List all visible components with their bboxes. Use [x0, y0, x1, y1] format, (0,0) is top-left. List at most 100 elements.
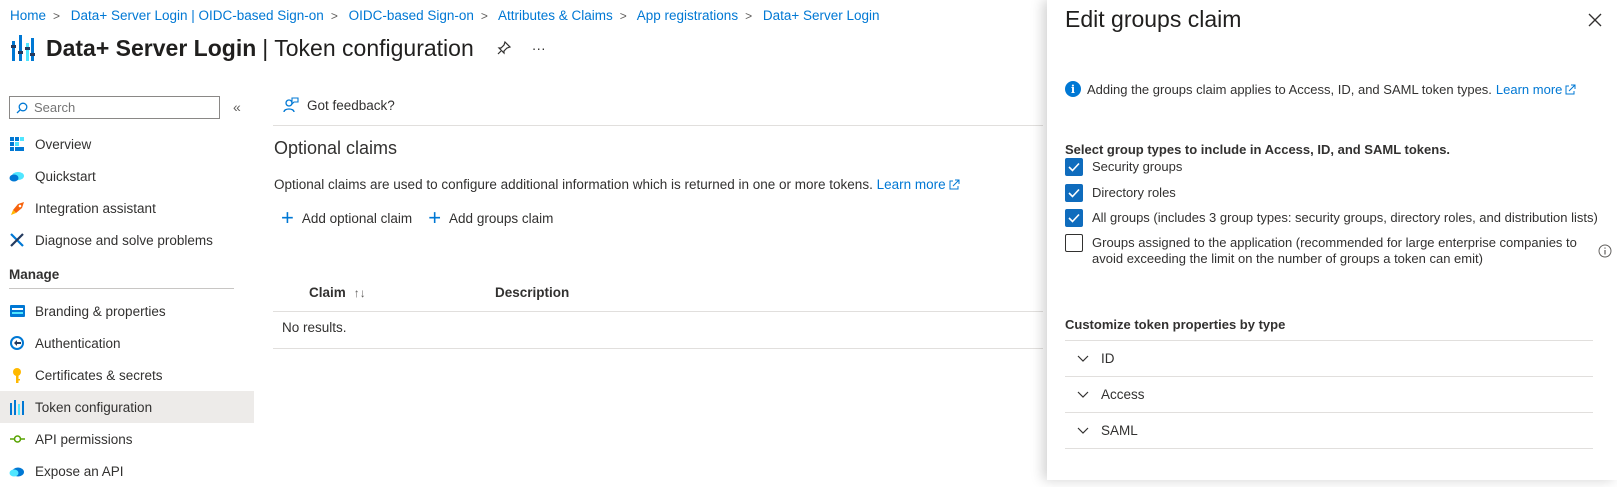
search-icon: [16, 102, 28, 113]
sidebar-item-label: Branding & properties: [35, 303, 166, 319]
collapse-sidebar-icon[interactable]: «: [233, 99, 241, 115]
plus-icon: +: [428, 205, 442, 230]
checkbox-label-line2: avoid exceeding the limit on the number …: [1092, 251, 1483, 266]
breadcrumb-attributes-claims[interactable]: Attributes & Claims: [498, 8, 613, 23]
quickstart-icon: [9, 168, 25, 184]
page-title-separator: |: [262, 34, 269, 61]
sidebar-item-label: Overview: [35, 136, 92, 152]
accordion-label: ID: [1101, 351, 1115, 366]
add-optional-claim-label: Add optional claim: [301, 210, 413, 226]
key-icon: [9, 367, 25, 383]
panel-learn-more-link[interactable]: Learn more: [1496, 82, 1576, 97]
table-divider: [273, 348, 1043, 349]
sidebar-item-diagnose[interactable]: Diagnose and solve problems: [0, 224, 254, 256]
branding-icon: [9, 303, 25, 319]
token-icon: [9, 399, 25, 415]
claims-table-header: Claim ↑↓ Description: [273, 274, 1043, 312]
more-options-icon[interactable]: ···: [532, 40, 546, 56]
accordion-access[interactable]: Access: [1065, 376, 1593, 412]
breadcrumb-home[interactable]: Home: [10, 8, 46, 23]
chevron-right-icon: >: [330, 9, 338, 23]
sidebar-item-expose-api[interactable]: Expose an API: [0, 455, 254, 487]
sidebar-group-manage: Manage: [9, 267, 60, 282]
page-title: Data+ Server Login | Token configuration: [46, 35, 474, 62]
help-info-icon[interactable]: [1598, 244, 1612, 258]
external-link-icon: [949, 179, 960, 190]
accordion-label: SAML: [1101, 423, 1138, 438]
chevron-down-icon: [1077, 391, 1089, 398]
sidebar-item-branding[interactable]: Branding & properties: [0, 295, 254, 327]
empty-state: No results.: [282, 320, 347, 335]
sidebar-item-label: Integration assistant: [35, 200, 156, 216]
chevron-right-icon: >: [480, 9, 488, 23]
security-groups-checkbox[interactable]: Security groups: [1065, 158, 1182, 176]
close-icon[interactable]: [1587, 12, 1603, 28]
column-header-claim[interactable]: Claim ↑↓: [309, 285, 366, 300]
sidebar-item-certificates[interactable]: Certificates & secrets: [0, 359, 254, 391]
accordion-label: Access: [1101, 387, 1145, 402]
directory-roles-checkbox[interactable]: Directory roles: [1065, 184, 1176, 202]
info-message: i Adding the groups claim applies to Acc…: [1065, 81, 1576, 97]
checkbox-unchecked-icon: [1065, 234, 1083, 252]
section-title: Optional claims: [274, 138, 398, 158]
sidebar-item-overview[interactable]: Overview: [0, 128, 254, 160]
breadcrumb-oidc-signon[interactable]: OIDC-based Sign-on: [349, 8, 474, 23]
add-groups-claim-button[interactable]: + Add groups claim: [428, 205, 554, 230]
customize-token-label: Customize token properties by type: [1065, 317, 1286, 332]
learn-more-label: Learn more: [876, 177, 946, 192]
edit-groups-claim-panel: Edit groups claim i Adding the groups cl…: [1047, 0, 1617, 480]
panel-title: Edit groups claim: [1065, 6, 1242, 32]
page-header: Data+ Server Login | Token configuration ·…: [10, 33, 546, 63]
breadcrumb-app-registrations[interactable]: App registrations: [637, 8, 738, 23]
accordion-saml[interactable]: SAML: [1065, 412, 1593, 448]
add-groups-claim-label: Add groups claim: [449, 210, 554, 226]
breadcrumb: Home > Data+ Server Login | OIDC-based Si…: [10, 8, 880, 23]
all-groups-checkbox[interactable]: All groups (includes 3 group types: secu…: [1065, 209, 1598, 227]
checkbox-label: All groups (includes 3 group types: secu…: [1092, 210, 1598, 225]
page-title-app: Data+ Server Login: [46, 34, 257, 61]
checkbox-label: Groups assigned to the application (reco…: [1092, 235, 1577, 267]
sidebar-item-integration-assistant[interactable]: Integration assistant: [0, 192, 254, 224]
column-header-description: Description: [495, 285, 570, 300]
sidebar-item-quickstart[interactable]: Quickstart: [0, 160, 254, 192]
feedback-button[interactable]: Got feedback?: [282, 97, 395, 114]
sidebar-divider: [9, 288, 234, 289]
accordion-id[interactable]: ID: [1065, 340, 1593, 376]
chevron-right-icon: >: [53, 9, 61, 23]
chevron-right-icon: >: [745, 9, 753, 23]
info-icon: i: [1065, 81, 1081, 97]
sidebar-item-authentication[interactable]: Authentication: [0, 327, 254, 359]
feedback-label: Got feedback?: [307, 98, 395, 113]
checkbox-label: Directory roles: [1092, 185, 1176, 200]
sidebar-item-label: Certificates & secrets: [35, 367, 163, 383]
chevron-down-icon: [1077, 427, 1089, 434]
sidebar-item-label: Expose an API: [35, 463, 124, 479]
sidebar-item-api-permissions[interactable]: API permissions: [0, 423, 254, 455]
pin-icon[interactable]: [496, 40, 512, 56]
external-link-icon: [1565, 84, 1576, 95]
sidebar-item-label: Diagnose and solve problems: [35, 232, 213, 248]
api-icon: [9, 431, 25, 447]
groups-assigned-checkbox[interactable]: Groups assigned to the application (reco…: [1065, 234, 1577, 267]
wrench-icon: [9, 232, 25, 248]
accordion-divider: [1065, 448, 1593, 449]
toolbar-divider: [273, 125, 1043, 126]
search-input[interactable]: [34, 100, 214, 115]
checkbox-label-line1: Groups assigned to the application (reco…: [1092, 235, 1577, 250]
authentication-icon: [9, 335, 25, 351]
sidebar-search: [9, 96, 220, 119]
group-types-label: Select group types to include in Access,…: [1065, 142, 1451, 157]
panel-learn-more-label: Learn more: [1495, 81, 1563, 97]
breadcrumb-oidc-app[interactable]: Data+ Server Login | OIDC-based Sign-on: [71, 8, 324, 23]
checkbox-label: Security groups: [1092, 159, 1183, 174]
sidebar-item-label: Token configuration: [35, 399, 153, 415]
chevron-down-icon: [1077, 355, 1089, 362]
sidebar-item-token-configuration[interactable]: Token configuration: [0, 391, 254, 423]
learn-more-link[interactable]: Learn more: [877, 177, 960, 192]
command-bar: + Add optional claim + Add groups claim: [281, 205, 554, 230]
cloud-icon: [9, 463, 25, 479]
breadcrumb-app[interactable]: Data+ Server Login: [763, 8, 880, 23]
column-header-claim-label: Claim: [309, 285, 346, 300]
sidebar-item-label: Quickstart: [35, 168, 96, 184]
add-optional-claim-button[interactable]: + Add optional claim: [281, 207, 413, 229]
